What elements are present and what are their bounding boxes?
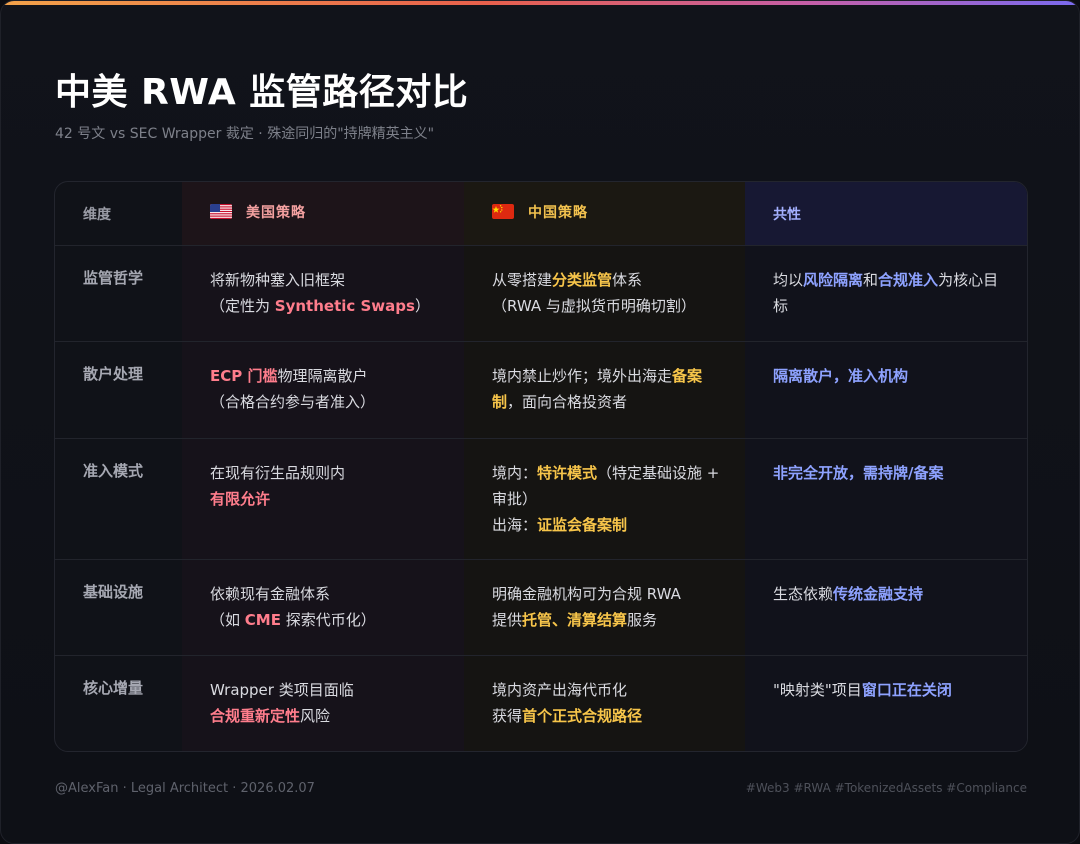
cell-text: 依赖现有金融体系 [210, 585, 331, 603]
us-strategy-cell: Wrapper 类项目面临 合规重新定性风险 [210, 677, 450, 729]
highlight-text: 传统金融支持 [833, 585, 924, 603]
cell-text: 物理隔离散户 [277, 367, 368, 385]
us-strategy-cell: 依赖现有金融体系 （如 CME 探索代币化） [210, 581, 450, 633]
highlight-text: ECP 门槛 [210, 367, 278, 385]
cell-text: （合格合约参与者准入） [210, 393, 376, 411]
table-row: 监管哲学 将新物种塞入旧框架 （定性为 Synthetic Swaps） 从零搭建分类… [55, 245, 1027, 342]
cell-text: 生态依赖 [773, 585, 834, 603]
cn-strategy-cell: 明确金融机构可为合规 RWA 提供托管、清算结算服务 [492, 581, 732, 633]
cell-text: Wrapper 类项目面临 [210, 681, 354, 699]
cell-text: 风险 [300, 707, 331, 725]
highlight-text: CME [244, 611, 281, 629]
highlight-text: 合规准入 [878, 271, 939, 289]
cell-text: 境内： [492, 464, 538, 482]
cell-text: （定性为 [210, 297, 275, 315]
table-row: 准入模式 在现有衍生品规则内 有限允许 境内：特许模式（特定基础设施 + 审批） 出海：… [55, 438, 1027, 560]
common-cell: 非完全开放，需持牌/备案 [773, 460, 1013, 486]
comparison-card: 中美 RWA 监管路径对比 42 号文 vs SEC Wrapper 裁定 · … [0, 0, 1080, 844]
footer-tags: #Web3 #RWA #TokenizedAssets #Compliance [745, 781, 1027, 795]
table-row: 核心增量 Wrapper 类项目面临 合规重新定性风险 境内资产出海代币化 获得首个正式… [55, 655, 1027, 751]
us-strategy-cell: 在现有衍生品规则内 有限允许 [210, 460, 450, 512]
cell-text: 在现有衍生品规则内 [210, 464, 346, 482]
row-dimension: 基础设施 [83, 583, 144, 601]
highlight-text: 风险隔离 [803, 271, 864, 289]
table-row: 散户处理 ECP 门槛物理隔离散户 （合格合约参与者准入） 境内禁止炒作；境外出海走备… [55, 341, 1027, 439]
cell-text: 体系 [612, 271, 643, 289]
highlight-text: 分类监管 [552, 271, 613, 289]
highlight-text: 窗口正在关闭 [861, 681, 952, 699]
header-us: 美国策略 [210, 202, 306, 222]
cell-text: 将新物种塞入旧框架 [210, 271, 346, 289]
common-cell: 隔离散户，准入机构 [773, 363, 1013, 389]
cell-text: 从零搭建 [492, 271, 553, 289]
cell-text: 境内禁止炒作；境外出海走 [492, 367, 673, 385]
cell-text: 服务 [627, 611, 658, 629]
cell-text: 和 [863, 271, 879, 289]
cn-strategy-cell: 境内：特许模式（特定基础设施 + 审批） 出海：证监会备案制 [492, 460, 732, 538]
cell-text: 获得 [492, 707, 523, 725]
cn-strategy-cell: 境内禁止炒作；境外出海走备案制，面向合格投资者 [492, 363, 732, 415]
header-cn-label: 中国策略 [528, 205, 588, 221]
row-dimension: 准入模式 [83, 462, 144, 480]
cn-flag-icon [492, 204, 514, 219]
us-strategy-cell: 将新物种塞入旧框架 （定性为 Synthetic Swaps） [210, 267, 450, 319]
cell-text: 境内资产出海代币化 [492, 681, 628, 699]
common-cell: 生态依赖传统金融支持 [773, 581, 1013, 607]
cell-text: 提供 [492, 611, 523, 629]
highlight-text: 隔离散户，准入机构 [773, 367, 909, 385]
comparison-table: 维度 美国策略 中国策略 共性 监管哲学 将新物种塞入旧框架 （定性为 Synt… [54, 181, 1028, 752]
highlight-text: 有限允许 [210, 490, 271, 508]
header-us-label: 美国策略 [246, 205, 306, 221]
footer-author: @AlexFan · Legal Architect · 2026.02.07 [55, 781, 315, 796]
header-cn: 中国策略 [492, 202, 588, 222]
row-dimension: 散户处理 [83, 365, 144, 383]
header-dimension: 维度 [83, 207, 111, 223]
us-strategy-cell: ECP 门槛物理隔离散户 （合格合约参与者准入） [210, 363, 450, 415]
highlight-text: 特许模式 [537, 464, 598, 482]
us-flag-icon [210, 204, 232, 219]
cell-text: ） [414, 297, 430, 315]
cell-text: （RWA 与虚拟货币明确切割） [492, 297, 696, 315]
highlight-text: 证监会备案制 [537, 516, 628, 534]
cn-strategy-cell: 境内资产出海代币化 获得首个正式合规路径 [492, 677, 732, 729]
common-cell: 均以风险隔离和合规准入为核心目标 [773, 267, 1013, 319]
highlight-text: 非完全开放，需持牌/备案 [773, 464, 944, 482]
cell-text: （如 [210, 611, 245, 629]
common-cell: "映射类"项目窗口正在关闭 [773, 677, 1013, 703]
table-row: 基础设施 依赖现有金融体系 （如 CME 探索代币化） 明确金融机构可为合规 RWA 提… [55, 559, 1027, 656]
header-common: 共性 [773, 207, 801, 223]
highlight-text: 合规重新定性 [210, 707, 301, 725]
row-dimension: 监管哲学 [83, 269, 144, 287]
row-dimension: 核心增量 [83, 679, 144, 697]
cell-text: 明确金融机构可为合规 RWA [492, 585, 681, 603]
page-subtitle: 42 号文 vs SEC Wrapper 裁定 · 殊途同归的"持牌精英主义" [55, 126, 435, 142]
cell-text: 均以 [773, 271, 804, 289]
cell-text: ，面向合格投资者 [507, 393, 628, 411]
highlight-text: 托管、清算结算 [522, 611, 628, 629]
gradient-top-bar [1, 1, 1079, 5]
highlight-text: 首个正式合规路径 [522, 707, 643, 725]
cell-text: 出海： [492, 516, 538, 534]
page-title: 中美 RWA 监管路径对比 [55, 72, 469, 113]
highlight-text: Synthetic Swaps [274, 297, 415, 315]
cn-strategy-cell: 从零搭建分类监管体系 （RWA 与虚拟货币明确切割） [492, 267, 732, 319]
cell-text: "映射类"项目 [773, 681, 862, 699]
cell-text: 探索代币化） [280, 611, 376, 629]
